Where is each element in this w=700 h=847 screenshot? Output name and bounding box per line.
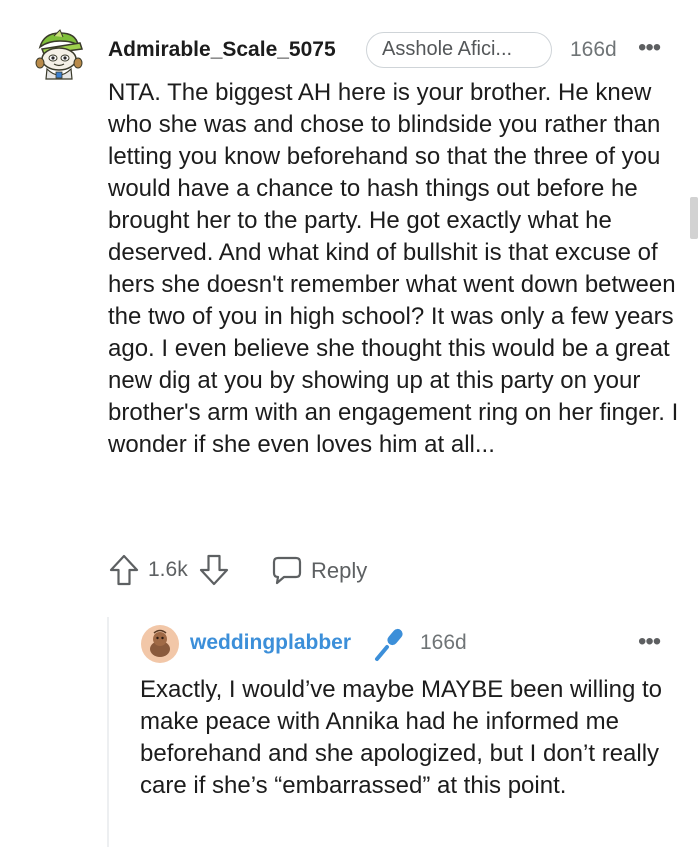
vote-score: 1.6k: [148, 558, 188, 581]
speech-bubble-icon: [272, 556, 302, 585]
reply-body: Exactly, I would’ve maybe MAYBE been wil…: [140, 674, 680, 802]
thread-line[interactable]: [107, 617, 109, 847]
snoo-avatar-icon: [35, 29, 83, 80]
comment-timestamp: 166d: [570, 38, 617, 61]
more-options-button[interactable]: •••: [638, 36, 661, 60]
microphone-icon: [373, 626, 407, 662]
upvote-button[interactable]: [108, 553, 140, 587]
comment-username[interactable]: Admirable_Scale_5075: [108, 38, 336, 62]
reply-label: Reply: [311, 558, 368, 583]
snoo-avatar-icon: [141, 625, 179, 663]
reply-timestamp: 166d: [420, 631, 467, 654]
reply-text: Exactly, I would’ve maybe MAYBE been wil…: [140, 676, 663, 799]
avatar[interactable]: [140, 624, 180, 664]
comment-text: NTA. The biggest AH here is your brother…: [108, 79, 679, 458]
downvote-button[interactable]: [198, 553, 230, 587]
arrow-up-outline-icon: [109, 554, 139, 586]
avatar[interactable]: [32, 27, 86, 81]
comment-body: NTA. The biggest AH here is your brother…: [108, 77, 694, 461]
more-options-button[interactable]: •••: [638, 630, 661, 654]
user-flair: Asshole Afici...: [366, 32, 552, 68]
arrow-down-outline-icon: [199, 554, 229, 586]
reply-username[interactable]: weddingplabber: [190, 631, 351, 655]
